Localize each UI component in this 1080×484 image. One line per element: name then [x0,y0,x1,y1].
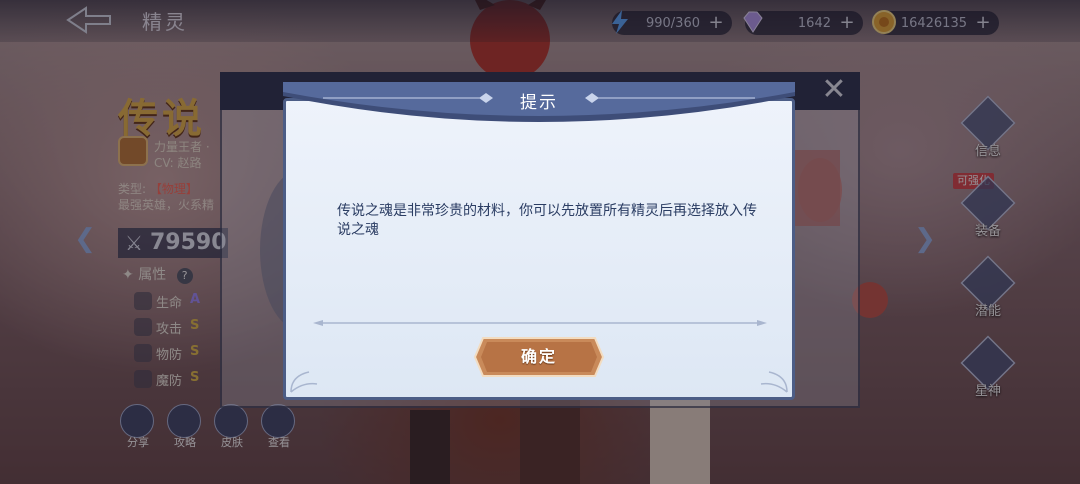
dialog-divider [313,320,767,326]
confirm-label: 确定 [520,347,557,366]
dialog-message: 传说之魂是非常珍贵的材料，你可以先放置所有精灵后再选择放入传说之魂 [337,203,757,238]
dialog-title: 提示 [520,93,558,113]
corner-ornament-icon [760,371,788,393]
corner-ornament-icon [290,371,318,393]
tip-dialog: 提示 传说之魂是非常珍贵的材料，你可以先放置所有精灵后再选择放入传说之魂 确定 [283,78,795,400]
confirm-button[interactable]: 确定 [473,336,605,378]
